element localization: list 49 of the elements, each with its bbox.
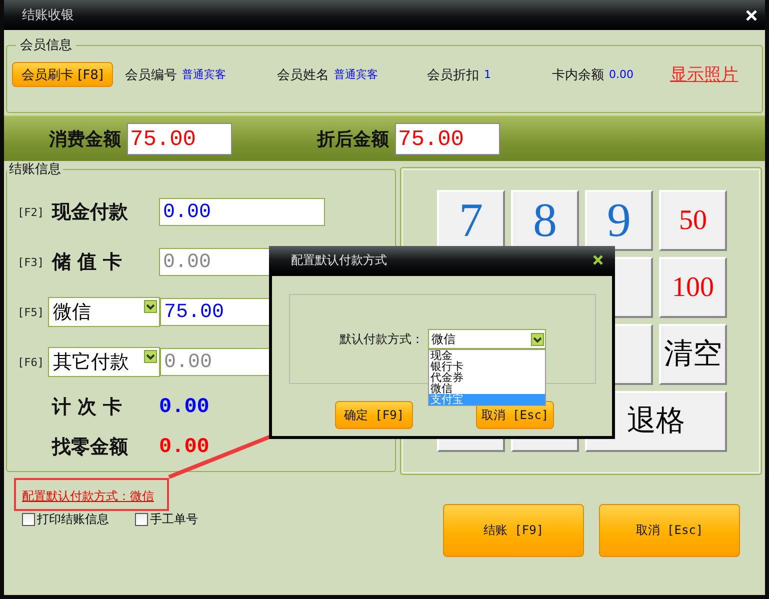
- field-label: 会员姓名: [277, 66, 329, 84]
- group-title: 结账信息: [8, 161, 62, 178]
- shortcut-label: [F6]: [16, 356, 44, 368]
- keypad-key[interactable]: 清空: [659, 324, 727, 385]
- field-value: 普通宾客: [182, 67, 226, 82]
- field-label: 会员折扣: [427, 66, 479, 84]
- field-value: 普通宾客: [334, 67, 378, 82]
- payment-label: 现金付款: [52, 200, 129, 225]
- close-icon[interactable]: [593, 255, 603, 265]
- dropdown-option[interactable]: 银行卡: [428, 361, 544, 372]
- keypad-key[interactable]: 50: [659, 190, 727, 251]
- checkout-button[interactable]: 结账 [F9]: [443, 504, 584, 557]
- cancel-button[interactable]: 取消 [Esc]: [599, 504, 740, 557]
- checkbox[interactable]: [135, 513, 148, 526]
- amount-field[interactable]: 75.00: [127, 122, 232, 154]
- amount-field[interactable]: 0.00: [159, 198, 325, 226]
- checkbox-label: 打印结账信息: [37, 511, 109, 528]
- amount-field[interactable]: 75.00: [395, 122, 500, 154]
- confirm-button[interactable]: 确定 [F9]: [335, 401, 413, 429]
- keypad-key[interactable]: 100: [659, 257, 727, 318]
- amount-value: 0.00: [159, 436, 210, 458]
- field-value: 1: [484, 68, 491, 81]
- checkbox-label: 手工单号: [150, 511, 198, 528]
- shortcut-label: [F2]: [16, 206, 44, 218]
- dropdown-option[interactable]: 微信: [428, 383, 544, 394]
- payment-label: 找零金额: [52, 435, 129, 460]
- dropdown-option[interactable]: 现金: [428, 350, 544, 361]
- payment-method-dropdown[interactable]: 微信: [428, 329, 546, 349]
- payment-label: 计 次 卡: [52, 395, 124, 420]
- field-label: 卡内余额: [552, 66, 604, 84]
- payment-type-dropdown[interactable]: 微信: [48, 297, 160, 327]
- field-label: 默认付款方式：: [340, 330, 424, 348]
- payment-label: 储 值 卡: [52, 250, 124, 275]
- field-value: 0.00: [609, 68, 634, 81]
- keypad-key[interactable]: 9: [585, 190, 653, 251]
- amount-label: 消费金额: [49, 128, 121, 150]
- dropdown-option[interactable]: 代金券: [428, 372, 544, 383]
- field-label: 会员编号: [125, 66, 177, 84]
- window-title: 结账收银: [22, 7, 74, 24]
- swipe-card-button[interactable]: 会员刷卡 [F8]: [12, 62, 113, 87]
- amount-label: 折后金额: [317, 128, 389, 150]
- group-title: 会员信息: [19, 37, 73, 54]
- caret-icon: [144, 350, 157, 363]
- shortcut-label: [F5]: [16, 306, 44, 318]
- caret-icon: [530, 332, 544, 346]
- caret-icon: [144, 300, 157, 313]
- amount-value: 0.00: [159, 396, 210, 418]
- shortcut-label: [F3]: [16, 256, 44, 268]
- checkbox[interactable]: [22, 513, 35, 526]
